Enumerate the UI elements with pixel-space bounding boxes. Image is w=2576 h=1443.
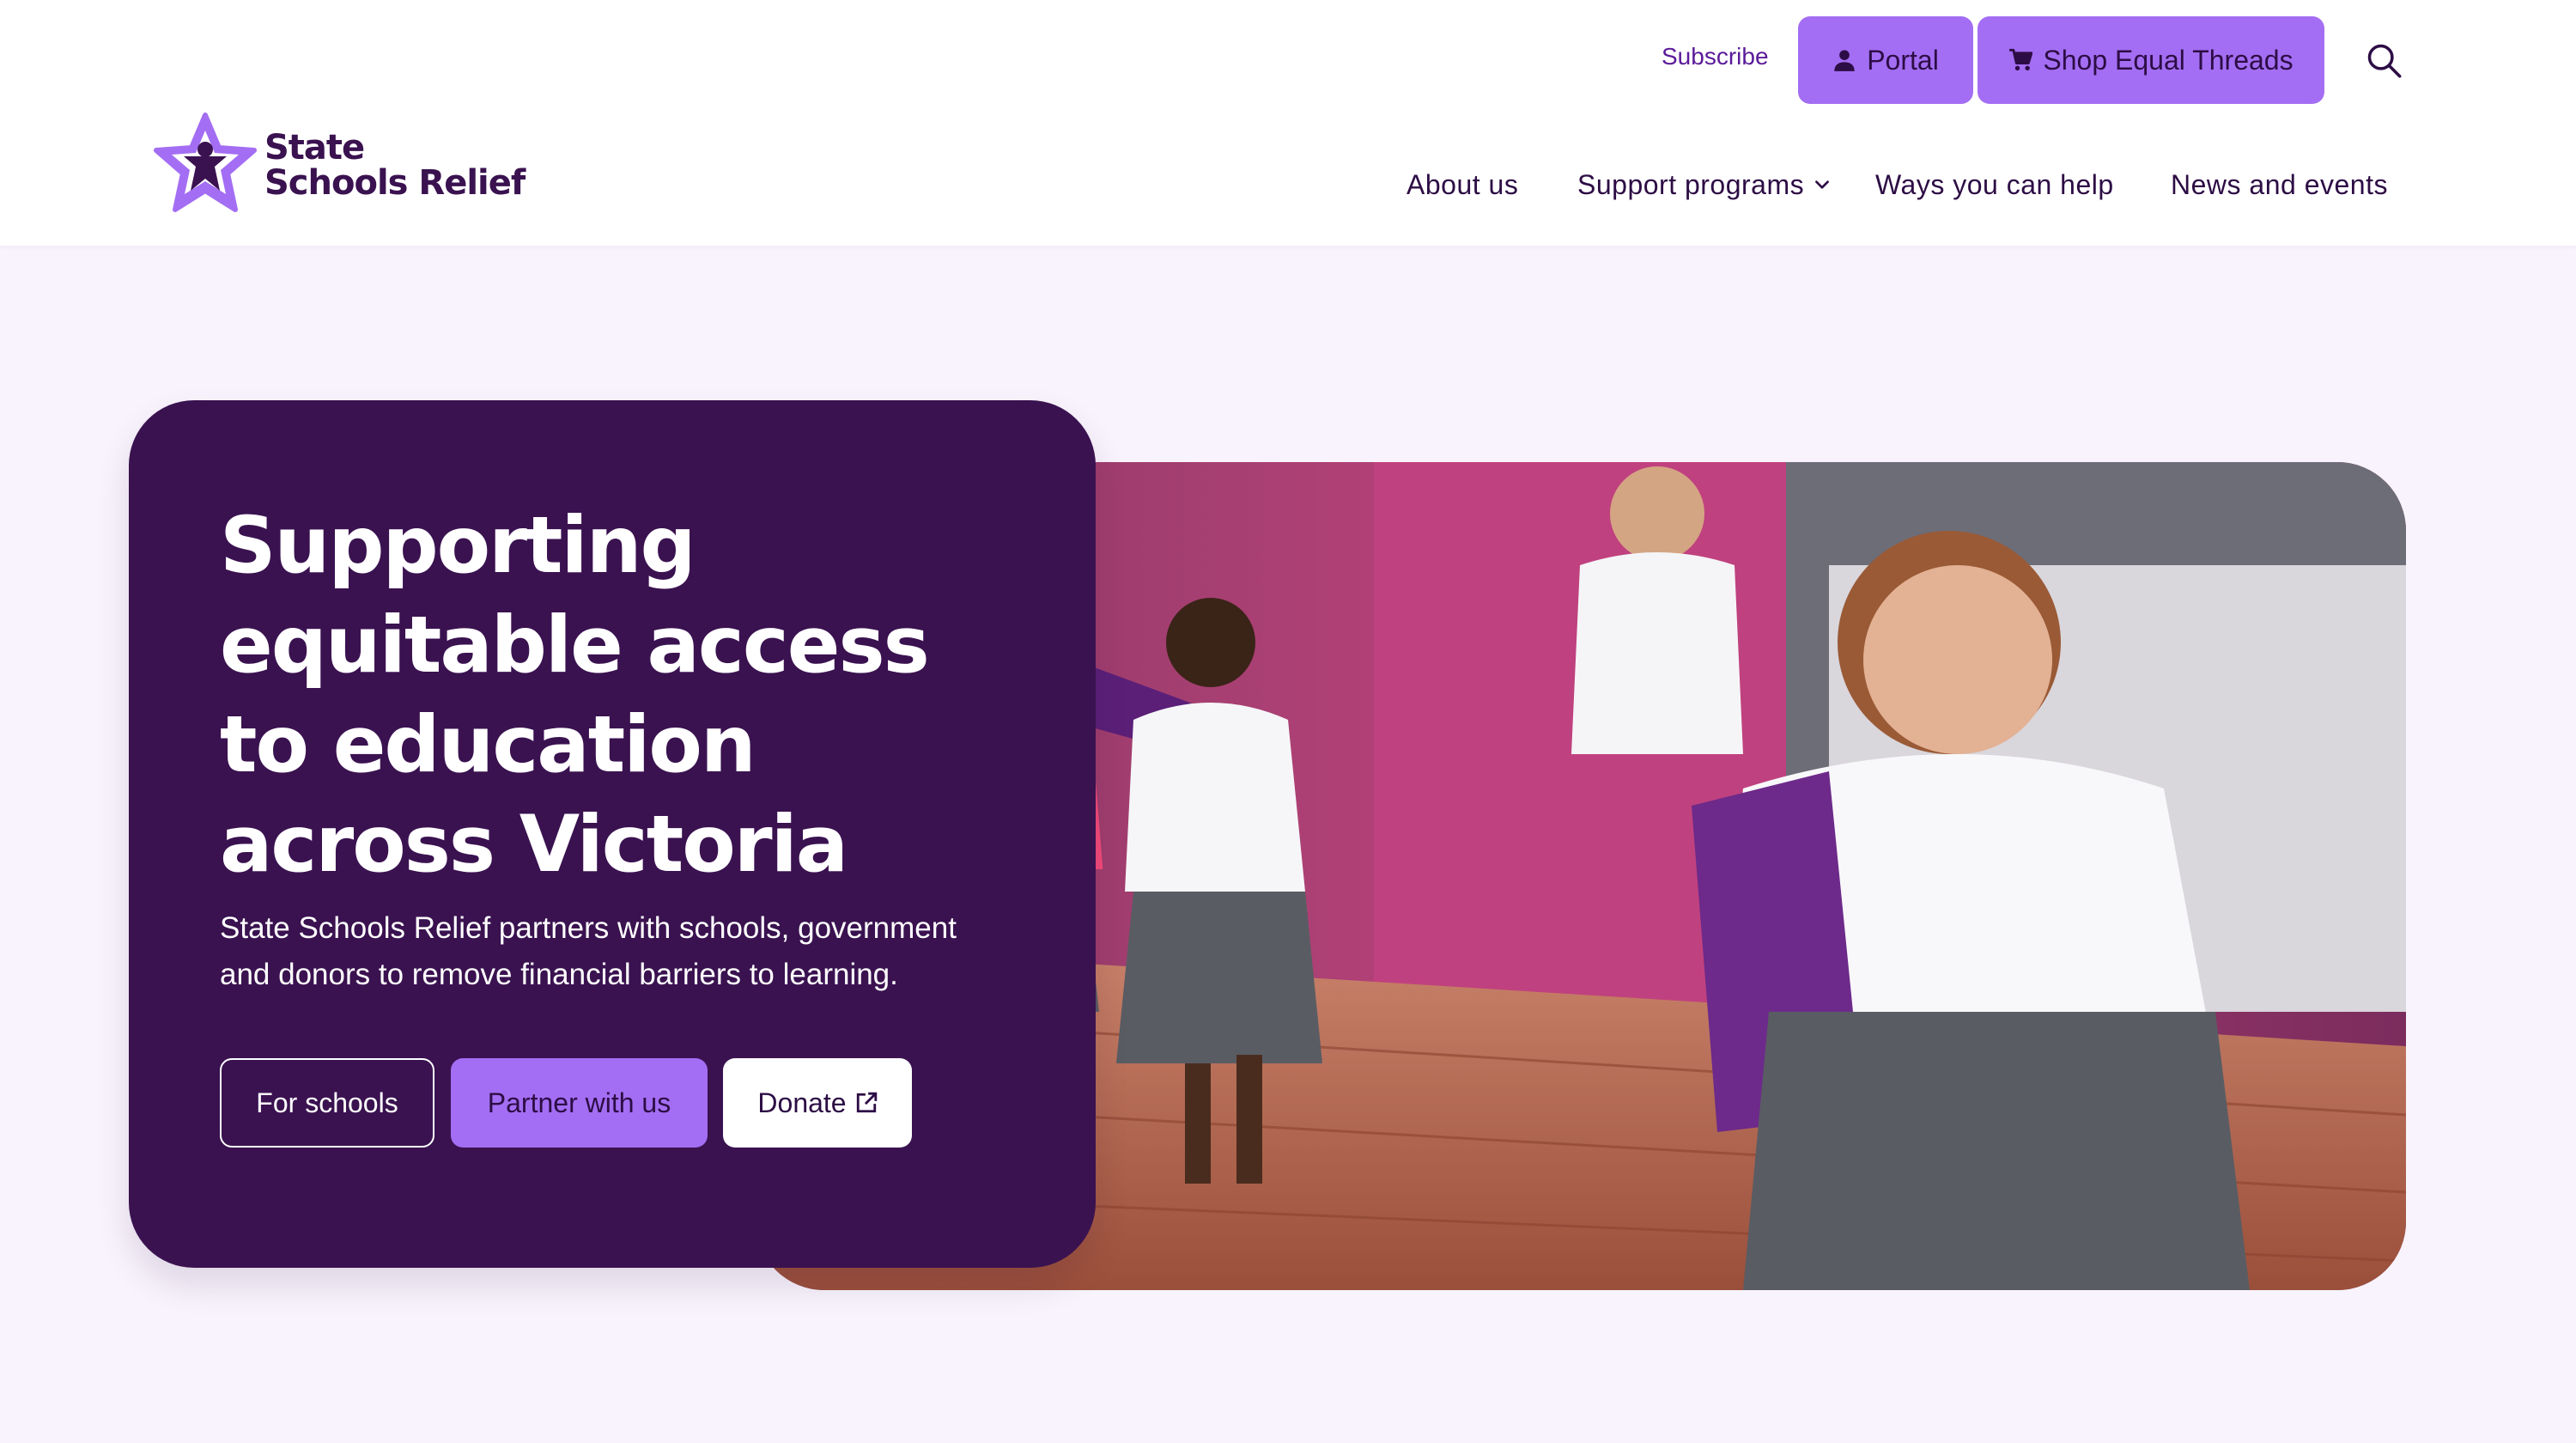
star-logo-icon [154, 113, 257, 212]
nav-support-programs[interactable]: Support programs [1577, 163, 1832, 206]
nav-news-and-events[interactable]: News and events [2171, 163, 2388, 206]
nav-support-label: Support programs [1577, 168, 1805, 200]
hero-subtitle: State Schools Relief partners with schoo… [220, 911, 957, 991]
search-button[interactable] [2361, 38, 2406, 82]
donate-label: Donate [757, 1087, 847, 1118]
site-header: State Schools Relief Subscribe Portal Sh… [0, 0, 2576, 246]
cart-icon [2009, 48, 2033, 71]
chevron-down-icon [1815, 180, 1830, 189]
hero-title: Supporting equitable access to education… [220, 501, 930, 890]
logo-wordmark: State Schools Relief [264, 128, 526, 203]
logo-line-1: State [264, 128, 365, 167]
shop-equal-threads-button[interactable]: Shop Equal Threads [1978, 16, 2324, 104]
search-icon [2367, 44, 2402, 78]
for-schools-button[interactable]: For schools [220, 1058, 434, 1148]
external-link-icon [856, 1092, 877, 1113]
nav-ways-you-can-help[interactable]: Ways you can help [1875, 163, 2114, 206]
logo-line-2: Schools Relief [264, 163, 526, 203]
partner-with-us-button[interactable]: Partner with us [451, 1058, 708, 1148]
portal-label: Portal [1867, 44, 1939, 76]
user-icon [1834, 50, 1855, 71]
nav-about-us[interactable]: About us [1406, 163, 1518, 206]
donate-button[interactable]: Donate [723, 1058, 912, 1148]
portal-button[interactable]: Portal [1798, 16, 1973, 104]
site-logo[interactable]: State Schools Relief [151, 110, 538, 222]
shop-label: Shop Equal Threads [2043, 44, 2293, 76]
subscribe-link[interactable]: Subscribe [1662, 43, 1769, 70]
hero-card: Supporting equitable access to education… [129, 400, 1096, 1268]
